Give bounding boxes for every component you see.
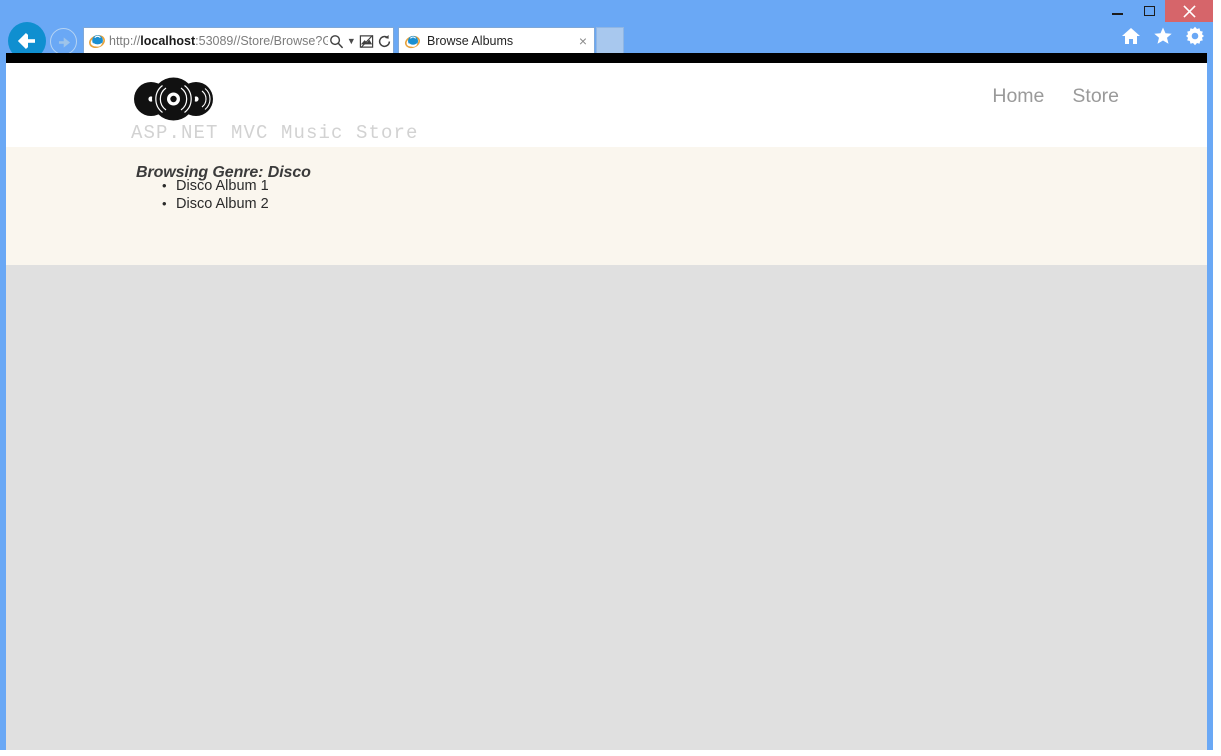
window-edge-bottom	[6, 750, 1221, 756]
browser-window: http://localhost:53089//Store/Browse?Ge …	[0, 0, 1213, 750]
minimize-icon	[1111, 13, 1123, 15]
main-content: Browsing Genre: Disco Disco Album 1 Disc…	[6, 147, 1207, 265]
site-logo[interactable]: ASP.NET MVC Music Store	[131, 77, 419, 144]
tab-browse-albums[interactable]: Browse Albums ×	[398, 27, 595, 55]
nav-link-store[interactable]: Store	[1072, 85, 1119, 108]
maximize-icon	[1143, 6, 1155, 16]
settings-gear-icon[interactable]	[1185, 26, 1205, 46]
close-icon	[1182, 4, 1196, 18]
toolbar-separator	[6, 53, 1207, 63]
site-logo-text: ASP.NET MVC Music Store	[131, 122, 419, 144]
refresh-icon[interactable]	[375, 31, 393, 51]
window-edge-right	[1213, 6, 1221, 756]
chevron-down-icon[interactable]: ▼	[346, 36, 357, 46]
list-item: Disco Album 1	[162, 177, 269, 195]
album-list: Disco Album 1 Disco Album 2	[141, 177, 269, 213]
vinyl-records-icon	[134, 77, 213, 121]
address-url-text: http://localhost:53089//Store/Browse?Ge	[109, 34, 328, 48]
close-window-button[interactable]	[1165, 0, 1213, 22]
compatibility-view-icon[interactable]	[357, 31, 375, 51]
new-tab-button[interactable]	[596, 27, 624, 55]
browser-titlebar: http://localhost:53089//Store/Browse?Ge …	[0, 0, 1213, 60]
ie-favicon-icon	[89, 35, 105, 49]
nav-link-home[interactable]: Home	[992, 85, 1044, 108]
tab-close-button[interactable]: ×	[572, 34, 594, 48]
browser-toolbar-icons	[1121, 26, 1205, 46]
minimize-button[interactable]	[1101, 0, 1133, 22]
window-controls	[1101, 0, 1213, 22]
search-icon[interactable]	[328, 31, 346, 51]
site-nav: Home Store	[992, 85, 1119, 108]
list-item: Disco Album 2	[162, 195, 269, 213]
site-header: ASP.NET MVC Music Store Home Store	[6, 63, 1207, 147]
home-icon[interactable]	[1121, 26, 1141, 46]
tab-title: Browse Albums	[427, 34, 514, 48]
ie-favicon-icon	[404, 35, 421, 48]
page-viewport: ASP.NET MVC Music Store Home Store Brows…	[6, 63, 1207, 750]
maximize-button[interactable]	[1133, 0, 1165, 22]
back-arrow-icon	[17, 32, 35, 50]
address-bar[interactable]: http://localhost:53089//Store/Browse?Ge …	[83, 27, 394, 55]
forward-button[interactable]	[50, 28, 77, 55]
forward-arrow-icon	[58, 37, 71, 48]
favorites-star-icon[interactable]	[1153, 26, 1173, 46]
